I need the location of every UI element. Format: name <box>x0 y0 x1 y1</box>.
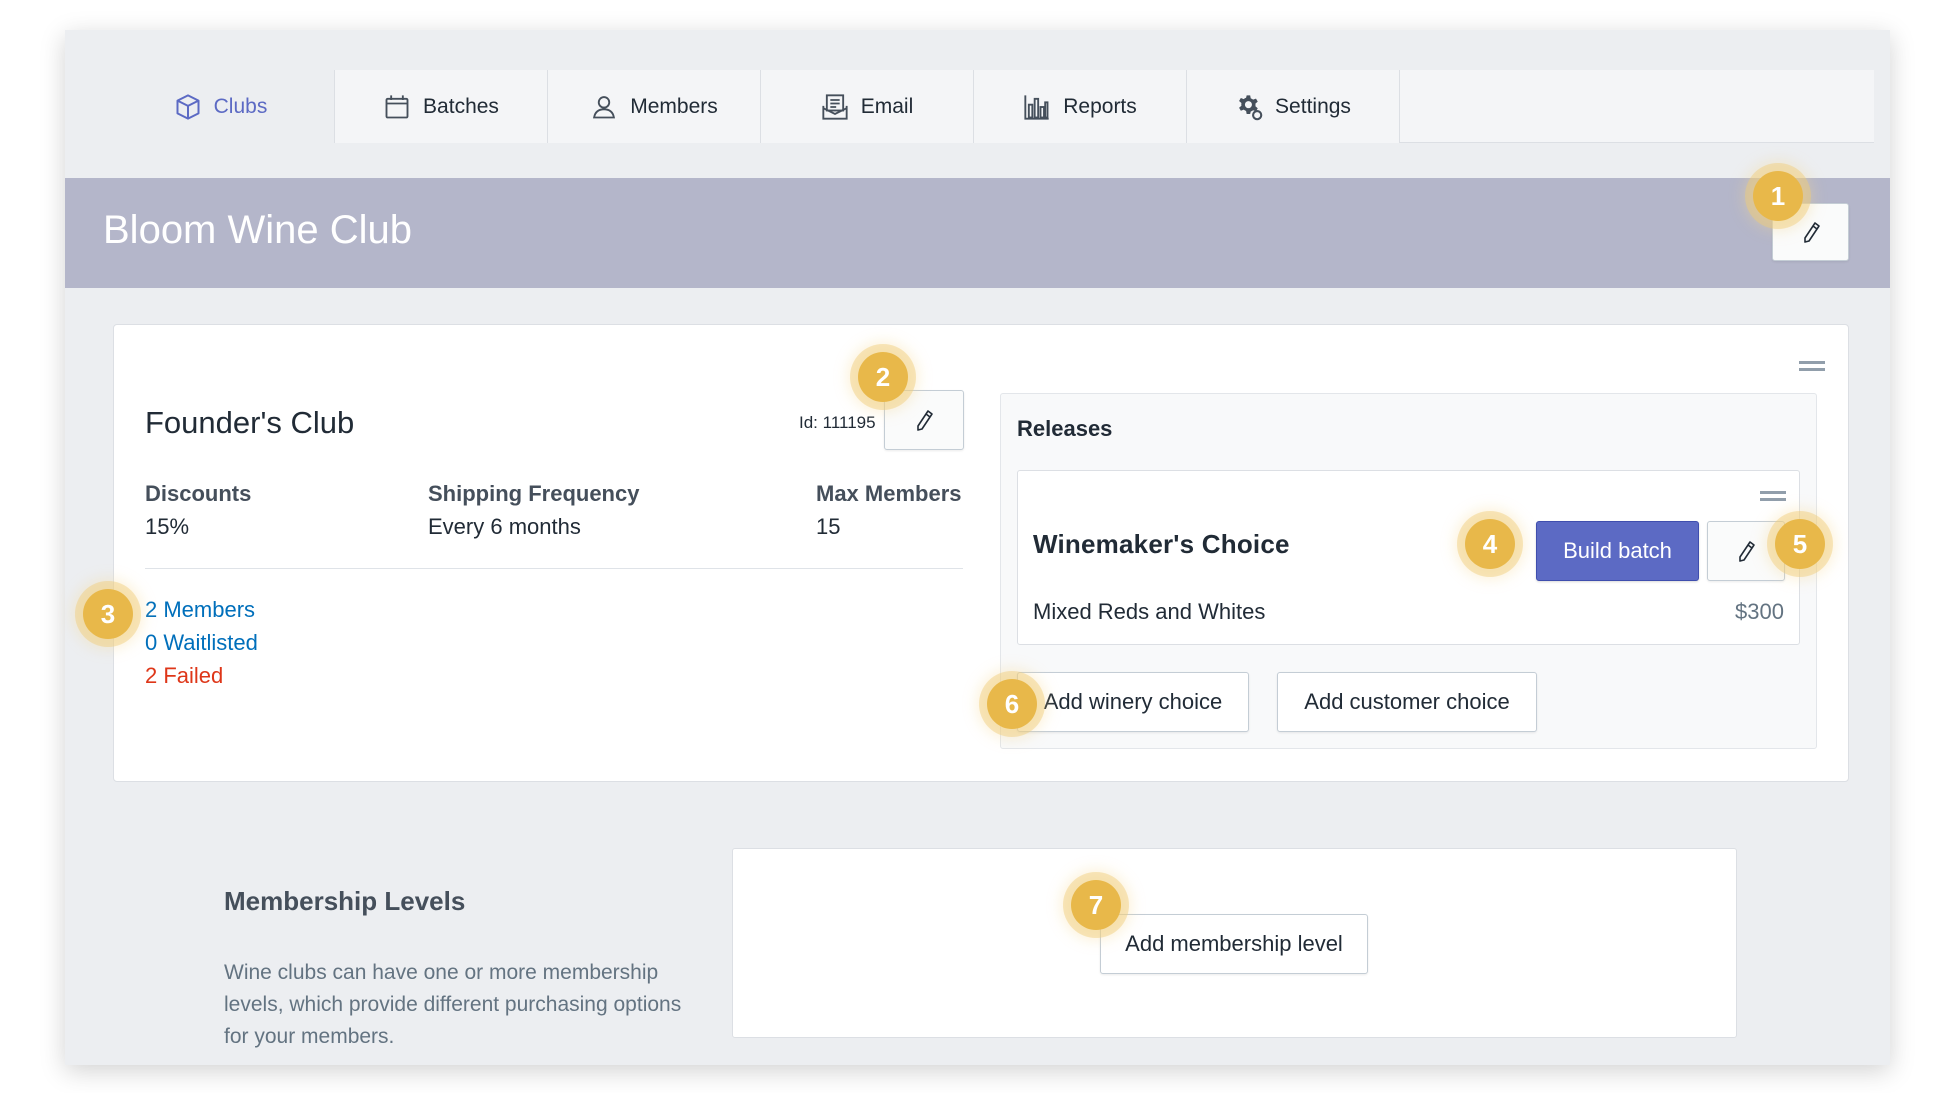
level-id: Id: 111195 <box>799 413 876 432</box>
callout-badge: 1 <box>1753 171 1803 221</box>
tab-label: Clubs <box>213 94 268 118</box>
add-winery-choice-button[interactable]: Add winery choice <box>1017 672 1249 732</box>
pencil-icon <box>1739 541 1755 562</box>
tab-members[interactable]: Members <box>548 70 761 143</box>
bar-chart-icon <box>1024 94 1049 120</box>
app-window: Clubs Batches Members Email Reports Sett… <box>65 30 1890 1065</box>
tab-email[interactable]: Email <box>761 70 974 143</box>
add-customer-choice-button[interactable]: Add customer choice <box>1277 672 1537 732</box>
tab-settings[interactable]: Settings <box>1187 70 1400 143</box>
callout-badge: 4 <box>1465 519 1515 569</box>
release-description: Mixed Reds and Whites <box>1033 599 1266 624</box>
tab-reports[interactable]: Reports <box>974 70 1187 143</box>
club-header: Bloom Wine Club <box>65 178 1890 288</box>
club-title: Bloom Wine Club <box>103 208 413 252</box>
drag-handle-icon[interactable] <box>1799 361 1825 371</box>
calendar-icon <box>385 94 409 118</box>
waitlisted-link[interactable]: 0 Waitlisted <box>145 630 258 656</box>
releases-panel: Releases Winemaker's Choice Build batch … <box>1000 393 1817 749</box>
build-batch-button[interactable]: Build batch <box>1536 521 1699 581</box>
shipping-frequency-label: Shipping Frequency <box>428 481 640 506</box>
release-price: $300 <box>1735 599 1784 624</box>
members-link[interactable]: 2 Members <box>145 597 255 623</box>
tab-label: Batches <box>423 94 499 118</box>
gear-icon <box>1239 94 1263 120</box>
tab-label: Reports <box>1063 94 1137 118</box>
releases-title: Releases <box>1017 416 1113 441</box>
membership-levels-title: Membership Levels <box>224 886 466 916</box>
edit-level-button[interactable] <box>884 390 964 450</box>
release-card: Winemaker's Choice Build batch Mixed Red… <box>1017 470 1800 645</box>
tab-batches[interactable]: Batches <box>335 70 548 143</box>
pencil-icon <box>917 410 933 431</box>
level-name: Founder's Club <box>145 405 355 440</box>
tab-label: Settings <box>1275 94 1351 118</box>
pencil-icon <box>1803 222 1820 243</box>
release-name: Winemaker's Choice <box>1033 529 1290 559</box>
membership-levels-card: Add membership level <box>732 848 1737 1038</box>
max-members-value: 15 <box>816 514 841 539</box>
callout-badge: 6 <box>987 679 1037 729</box>
divider <box>145 568 963 569</box>
failed-link[interactable]: 2 Failed <box>145 663 223 689</box>
tab-label: Members <box>630 94 718 118</box>
email-icon <box>822 93 848 120</box>
membership-level-card: Founder's Club Id: 111195 Discounts 15% … <box>113 324 1849 782</box>
drag-handle-icon[interactable] <box>1760 491 1786 501</box>
user-icon <box>593 95 616 118</box>
tab-label: Email <box>860 94 914 118</box>
tab-clubs[interactable]: Clubs <box>107 70 335 143</box>
discounts-label: Discounts <box>145 481 252 506</box>
callout-badge: 5 <box>1775 519 1825 569</box>
shipping-frequency-value: Every 6 months <box>428 514 581 539</box>
tab-bar: Clubs Batches Members Email Reports Sett… <box>107 70 1874 143</box>
discounts-value: 15% <box>145 514 190 539</box>
box-icon <box>176 93 200 120</box>
edit-release-button[interactable] <box>1707 521 1785 581</box>
max-members-label: Max Members <box>816 481 962 506</box>
callout-badge: 3 <box>83 589 133 639</box>
membership-levels-description: Wine clubs can have one or more membersh… <box>224 961 682 1048</box>
callout-badge: 2 <box>858 352 908 402</box>
add-membership-level-button[interactable]: Add membership level <box>1100 914 1368 974</box>
callout-badge: 7 <box>1071 880 1121 930</box>
